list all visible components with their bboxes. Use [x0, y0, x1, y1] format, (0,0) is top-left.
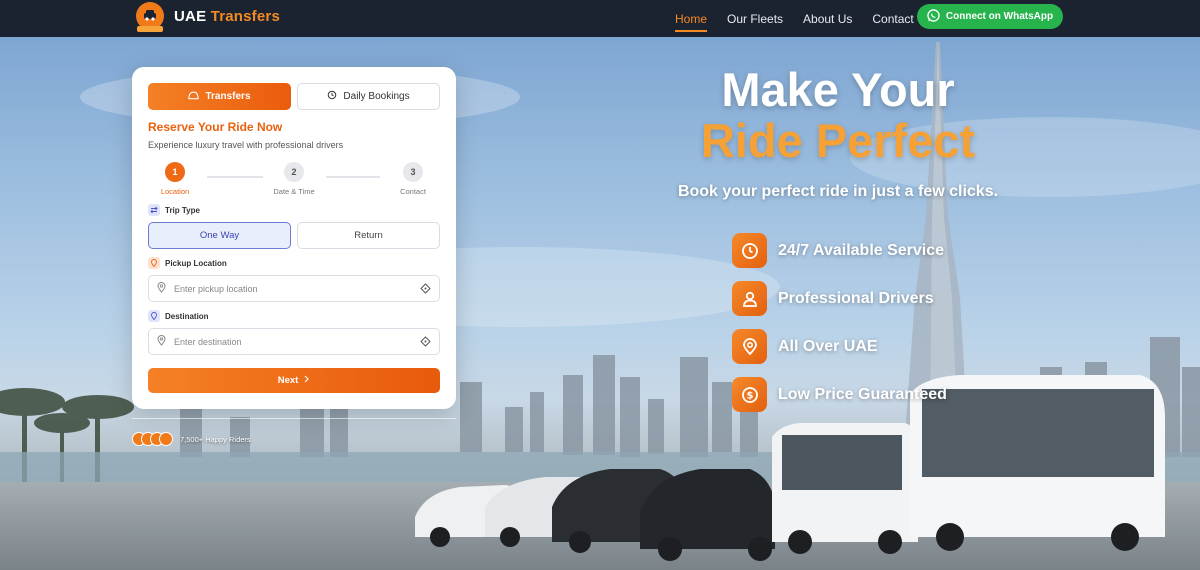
- feature-professional-drivers: Professional Drivers: [732, 281, 934, 316]
- divider: [132, 418, 456, 419]
- brand-logo[interactable]: UAE Transfers: [136, 2, 280, 32]
- nav-contact[interactable]: Contact: [872, 0, 913, 37]
- one-way-option[interactable]: One Way: [148, 222, 291, 249]
- location-pin-icon: [157, 335, 166, 348]
- step-connector: [207, 176, 263, 178]
- step-connector: [326, 176, 380, 178]
- svg-text:$: $: [746, 390, 753, 401]
- main-nav: Home Our Fleets About Us Contact: [675, 0, 934, 37]
- destination-placeholder: Enter destination: [174, 336, 242, 347]
- avatar: [159, 432, 173, 446]
- nav-home[interactable]: Home: [675, 0, 708, 37]
- happy-riders: 7,500+ Happy Riders: [132, 432, 251, 446]
- crosshair-icon[interactable]: [420, 336, 431, 349]
- pickup-location-label: Pickup Location: [148, 257, 227, 269]
- step-contact: 3 Contact: [383, 162, 443, 196]
- chevron-right-icon: [303, 375, 310, 386]
- whatsapp-button[interactable]: Connect on WhatsApp: [917, 4, 1063, 29]
- happy-riders-count: 7,500+ Happy Riders: [180, 434, 251, 444]
- form-subtitle: Experience luxury travel with profession…: [148, 140, 344, 150]
- map-pin-icon: [732, 329, 767, 364]
- whatsapp-label: Connect on WhatsApp: [945, 11, 1054, 22]
- rider-avatars: [132, 432, 173, 446]
- tab-transfers-label: Transfers: [205, 91, 251, 102]
- swap-icon: [148, 204, 160, 216]
- feature-label: 24/7 Available Service: [778, 241, 945, 259]
- trip-type-label: Trip Type: [148, 204, 200, 216]
- nav-our-fleets[interactable]: Our Fleets: [727, 0, 783, 37]
- form-title: Reserve Your Ride Now: [148, 120, 283, 134]
- destination-label: Destination: [148, 310, 209, 322]
- car-icon: [188, 91, 200, 103]
- tab-transfers[interactable]: Transfers: [148, 83, 291, 110]
- feature-24-7-service: 24/7 Available Service: [732, 233, 944, 268]
- return-option[interactable]: Return: [297, 222, 440, 249]
- next-button[interactable]: Next: [148, 368, 440, 393]
- tab-daily-bookings[interactable]: Daily Bookings: [297, 83, 440, 110]
- tab-daily-label: Daily Bookings: [343, 91, 410, 102]
- next-label: Next: [277, 375, 299, 386]
- nav-about-us[interactable]: About Us: [803, 0, 852, 37]
- crosshair-icon[interactable]: [420, 283, 431, 296]
- pin-icon: [148, 257, 160, 269]
- destination-input[interactable]: Enter destination: [148, 328, 440, 355]
- feature-label: Low Price Guaranteed: [778, 385, 947, 403]
- step-3-label: Contact: [400, 187, 426, 196]
- booking-form-card: Transfers Daily Bookings Reserve Your Ri…: [132, 67, 456, 409]
- step-location: 1 Location: [145, 162, 205, 196]
- pickup-location-input[interactable]: Enter pickup location: [148, 275, 440, 302]
- user-icon: [732, 281, 767, 316]
- step-date-time: 2 Date & Time: [264, 162, 324, 196]
- location-pin-icon: [157, 282, 166, 295]
- step-1-label: Location: [160, 187, 190, 196]
- history-icon: [327, 90, 337, 103]
- hero-subtitle: Book your perfect ride in just a few cli…: [677, 183, 999, 200]
- hero-title-line-1: Make Your: [721, 63, 955, 116]
- pickup-placeholder: Enter pickup location: [174, 283, 258, 294]
- brand-name: UAE Transfers: [174, 7, 280, 25]
- step-1-number: 1: [165, 162, 185, 182]
- dollar-icon: $: [732, 377, 767, 412]
- feature-low-price: $ Low Price Guaranteed: [732, 377, 947, 412]
- feature-label: Professional Drivers: [778, 289, 934, 307]
- clock-icon: [732, 233, 767, 268]
- whatsapp-icon: [927, 8, 940, 25]
- step-2-label: Date & Time: [273, 187, 315, 196]
- step-2-number: 2: [284, 162, 304, 182]
- top-navbar: UAE Transfers Home Our Fleets About Us C…: [0, 0, 1200, 37]
- feature-all-over-uae: All Over UAE: [732, 329, 878, 364]
- car-logo-icon: [136, 2, 164, 32]
- step-3-number: 3: [403, 162, 423, 182]
- feature-label: All Over UAE: [778, 337, 878, 355]
- hero-title-line-2: Ride Perfect: [700, 114, 976, 167]
- pin-icon: [148, 310, 160, 322]
